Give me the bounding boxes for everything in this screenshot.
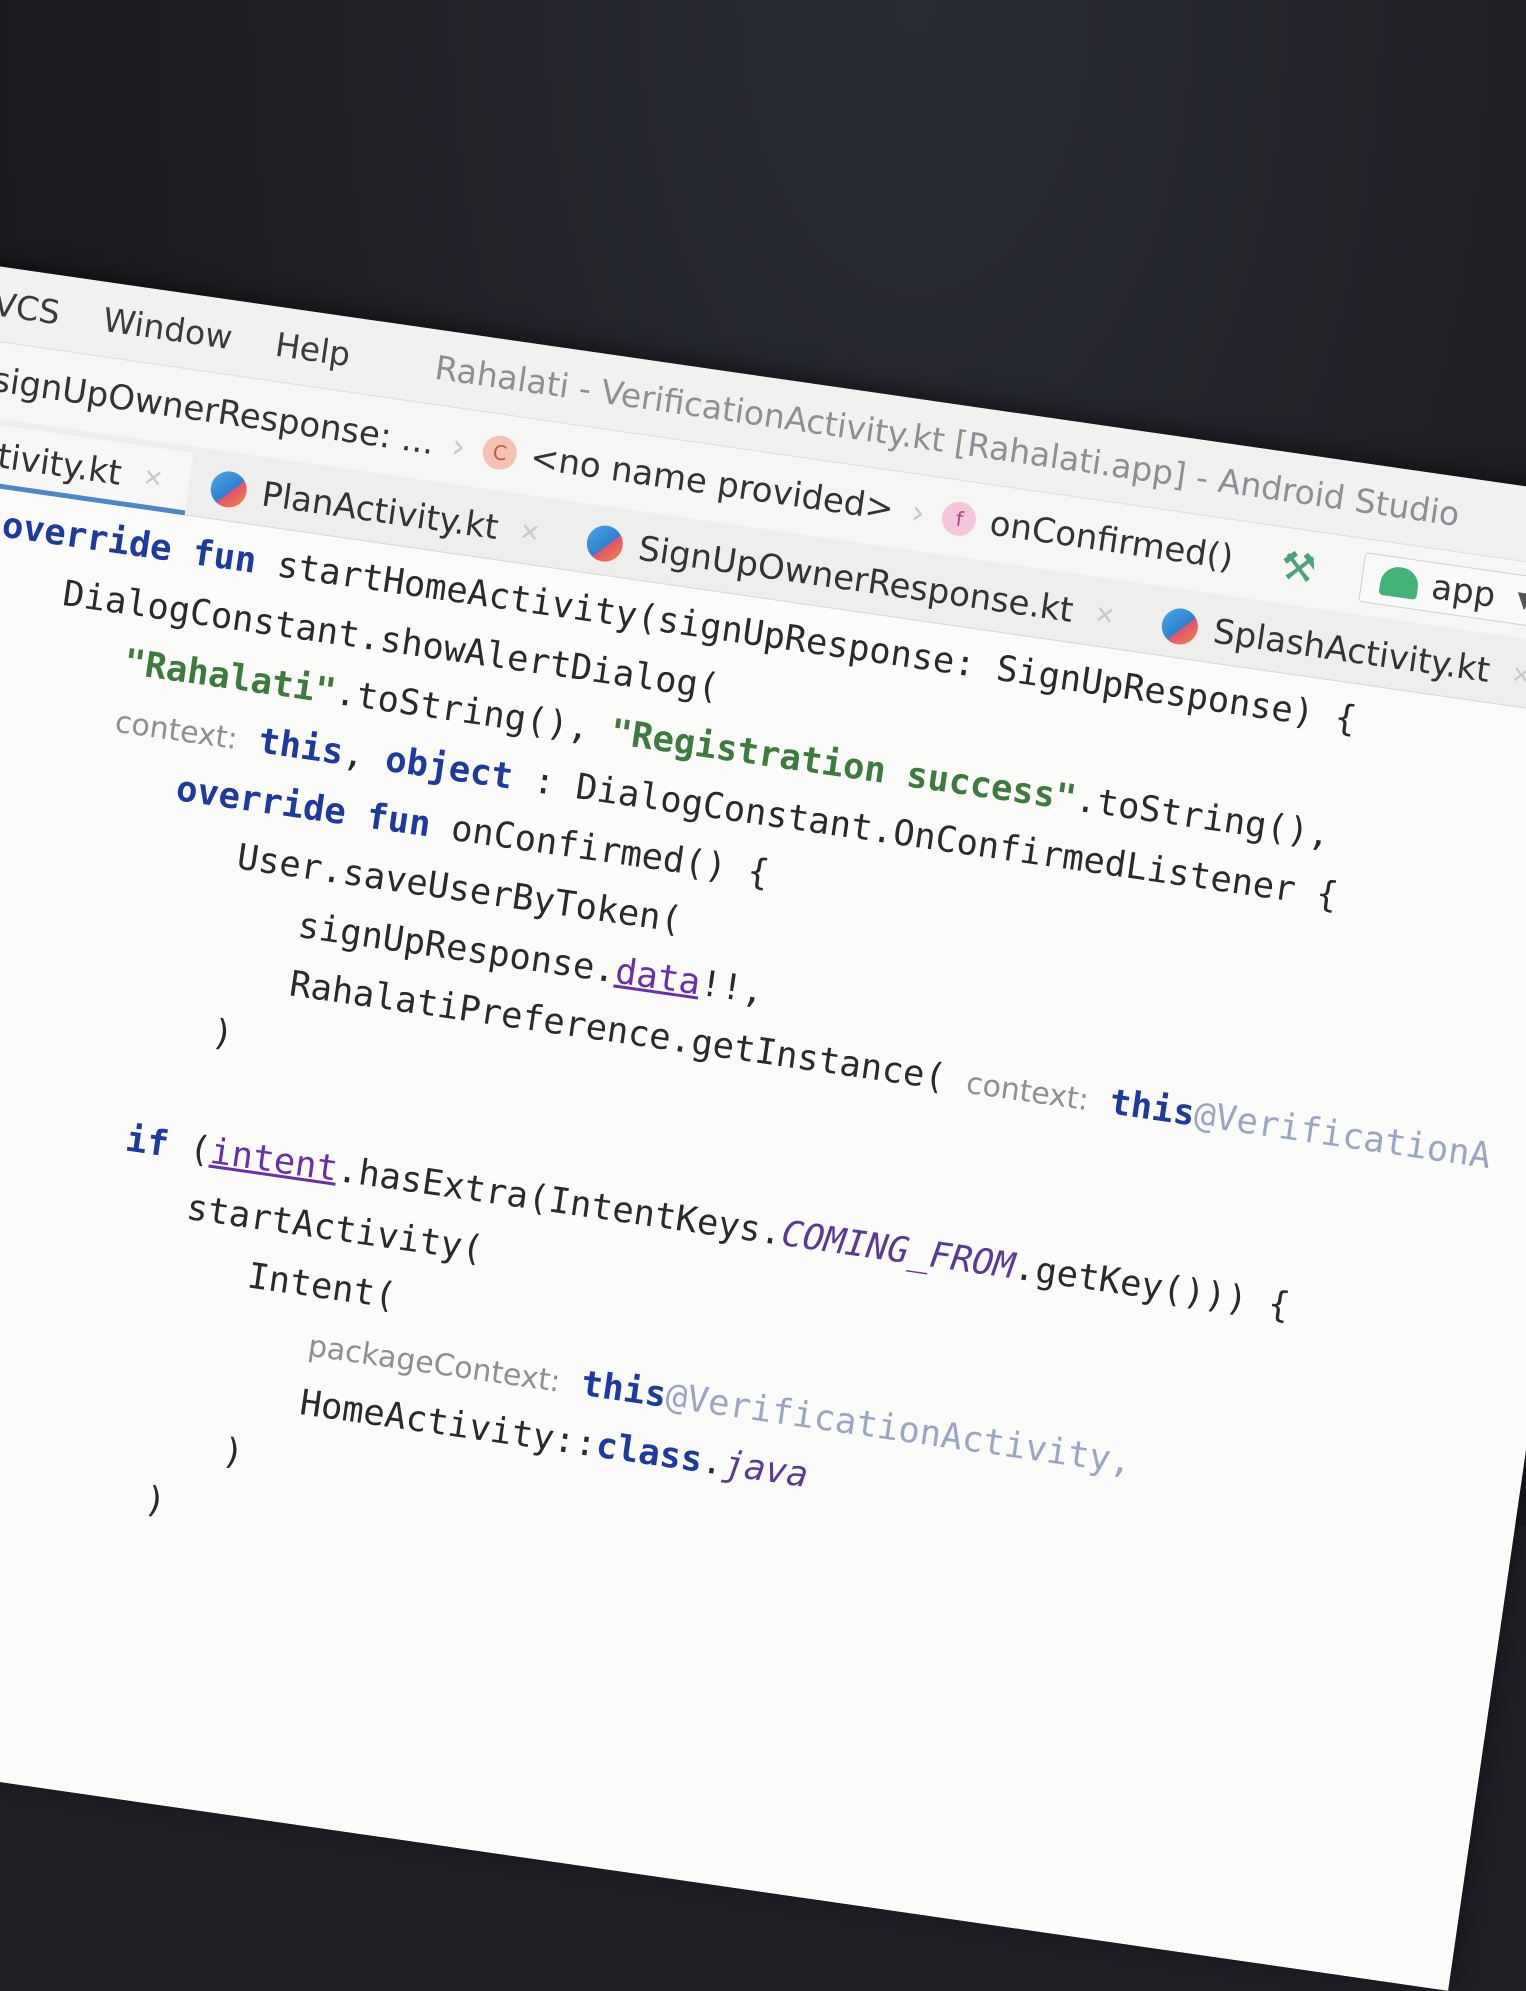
function-icon: f [940, 499, 979, 539]
menu-vcs[interactable]: VCS [0, 284, 63, 332]
code-token-keyword: if [123, 1118, 172, 1166]
kotlin-file-icon [1159, 606, 1201, 647]
code-token-property: intent [207, 1130, 341, 1190]
code-token: , [340, 732, 389, 780]
code-token-keyword: this [234, 717, 347, 774]
breadcrumb-separator-icon: › [908, 492, 928, 534]
code-token: ( [165, 1124, 214, 1172]
close-icon[interactable]: ✕ [141, 463, 165, 494]
close-icon[interactable]: ✕ [1509, 660, 1526, 691]
code-token: ) [141, 1478, 169, 1523]
code-token-property: data [612, 950, 704, 1004]
code-token-keyword: this [1085, 1078, 1198, 1135]
code-token: Intent( [244, 1255, 399, 1318]
close-icon[interactable]: ✕ [518, 518, 542, 549]
code-token-keyword: object [382, 738, 516, 798]
code-token: ) [219, 1430, 247, 1475]
class-icon: C [480, 433, 520, 472]
android-studio-window: VCS Window Help Rahalati - VerificationA… [0, 255, 1526, 1991]
tab-label: onActivity.kt [0, 424, 125, 494]
run-configuration-label: app [1428, 567, 1499, 616]
hammer-icon[interactable]: ⚒ [1277, 542, 1319, 593]
code-token: !!, [697, 962, 767, 1013]
parameter-hint: context: [964, 1065, 1091, 1119]
code-editor[interactable]: override fun startHomeActivity(signUpRes… [0, 472, 1526, 1991]
breadcrumb-separator-icon: › [448, 426, 469, 468]
android-icon [1378, 564, 1421, 600]
kotlin-file-icon [207, 468, 249, 510]
close-icon[interactable]: ✕ [1093, 600, 1117, 631]
code-token-keyword: class [593, 1424, 706, 1481]
code-token: ) [209, 1011, 237, 1056]
code-token-constant: java [720, 1443, 811, 1496]
menu-window[interactable]: Window [101, 300, 235, 357]
kotlin-file-icon [584, 523, 626, 565]
menu-help[interactable]: Help [273, 324, 353, 373]
code-token-keyword: this [557, 1360, 670, 1416]
parameter-hint: context: [112, 704, 240, 758]
chevron-down-icon: ▼ [1515, 586, 1526, 615]
